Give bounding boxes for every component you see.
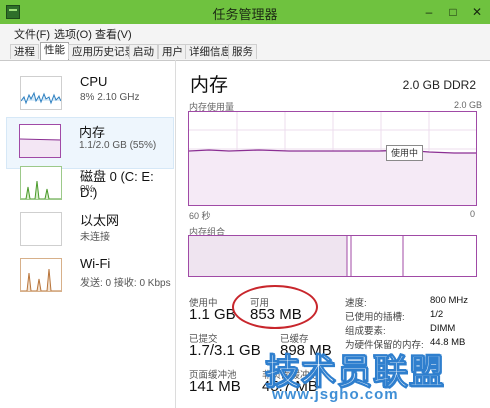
memory-usage-plot xyxy=(188,112,476,205)
watermark-url: www.jsgho.com xyxy=(272,386,399,403)
memory-label: 内存 xyxy=(79,125,106,140)
cpu-thumbnail xyxy=(20,76,62,110)
speed-value: 800 MHz xyxy=(430,295,469,306)
form-factor-label: 组成要素: xyxy=(345,326,386,337)
resource-sidebar: CPU 8% 2.10 GHz 内存 1.1/2.0 GB (55%) 磁盘 0… xyxy=(0,60,176,408)
form-factor-value: DIMM xyxy=(430,323,456,334)
wifi-label: Wi-Fi xyxy=(80,256,111,271)
in-use-value: 1.1 GB xyxy=(189,306,236,323)
time-axis-left: 60 秒 xyxy=(189,211,211,221)
sidebar-item-ethernet[interactable]: 以太网 未连接 xyxy=(8,208,174,258)
committed-value: 1.7/3.1 GB xyxy=(189,342,261,359)
tab-startup[interactable]: 启动 xyxy=(129,44,158,59)
memory-composition-bar xyxy=(188,235,477,277)
page-title: 内存 xyxy=(190,75,229,96)
time-axis-right: 0 xyxy=(470,209,476,219)
maximize-button[interactable]: □ xyxy=(442,4,464,20)
menu-view[interactable]: 查看(V) xyxy=(95,26,132,42)
ethernet-status: 未连接 xyxy=(80,232,110,243)
wifi-thumbnail xyxy=(20,258,62,292)
composition-in-use-segment xyxy=(189,236,347,276)
minimize-button[interactable]: – xyxy=(418,4,440,20)
usage-graph-max: 2.0 GB xyxy=(454,100,483,110)
title-bar: 任务管理器 – □ ✕ xyxy=(0,0,490,24)
sidebar-item-disk[interactable]: 磁盘 0 (C: E: D:) 0% xyxy=(8,162,174,212)
close-button[interactable]: ✕ xyxy=(466,4,488,20)
ethernet-thumbnail xyxy=(20,212,62,246)
window-title: 任务管理器 xyxy=(212,7,278,22)
in-use-tooltip: 使用中 xyxy=(386,145,424,161)
cpu-label: CPU xyxy=(80,74,108,89)
tab-bar: 进程 性能 应用历史记录 启动 用户 详细信息 服务 xyxy=(0,41,490,61)
tab-services[interactable]: 服务 xyxy=(228,44,257,59)
memory-usage: 1.1/2.0 GB (55%) xyxy=(79,140,157,151)
speed-label: 速度: xyxy=(345,298,367,309)
sidebar-item-wifi[interactable]: Wi-Fi 发送: 0 接收: 0 Kbps xyxy=(8,254,174,304)
tab-users[interactable]: 用户 xyxy=(158,44,187,59)
slots-label: 已使用的插槽: xyxy=(345,312,405,323)
tab-performance[interactable]: 性能 xyxy=(40,42,69,60)
sidebar-item-cpu[interactable]: CPU 8% 2.10 GHz xyxy=(8,70,174,120)
disk-thumbnail xyxy=(20,166,62,200)
ethernet-label: 以太网 xyxy=(80,213,120,228)
highlight-circle xyxy=(232,285,318,329)
disk-usage: 0% xyxy=(80,184,95,195)
menu-options[interactable]: 选项(O) xyxy=(54,26,92,42)
memory-capacity: 2.0 GB DDR2 xyxy=(402,78,476,92)
memory-thumbnail xyxy=(19,124,61,158)
slots-value: 1/2 xyxy=(430,309,444,320)
tab-processes[interactable]: 进程 xyxy=(10,44,39,59)
paged-pool-value: 141 MB xyxy=(189,378,241,395)
memory-usage-graph xyxy=(188,111,477,206)
cpu-usage: 8% 2.10 GHz xyxy=(80,92,140,103)
menu-bar: 文件(F) 选项(O) 查看(V) xyxy=(0,24,490,41)
wifi-throughput: 发送: 0 接收: 0 Kbps xyxy=(80,278,171,289)
menu-file[interactable]: 文件(F) xyxy=(14,26,50,42)
